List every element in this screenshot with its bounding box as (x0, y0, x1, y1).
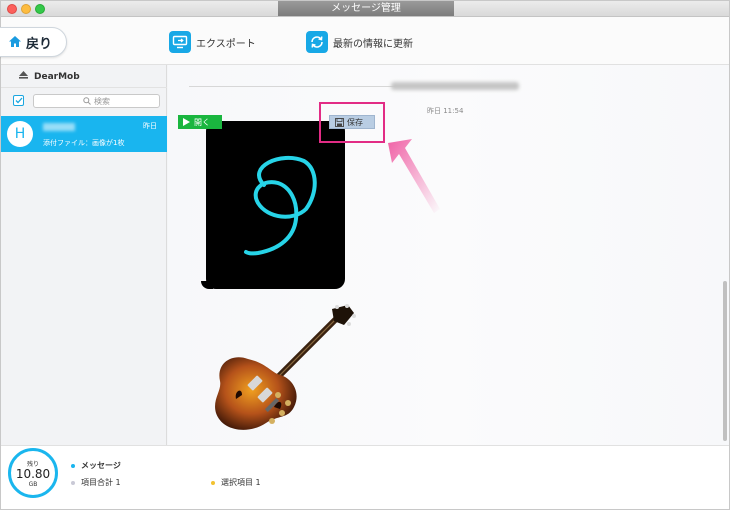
dot-icon (211, 480, 215, 485)
device-row[interactable]: DearMob (19, 71, 80, 82)
checkmark-icon (15, 97, 22, 104)
sidebar: DearMob 検索 H 昨日 添付ファイル：画像が1枚 (1, 65, 167, 445)
storage-gauge: 残り 10.80 GB (8, 448, 58, 498)
conversation-item[interactable]: H 昨日 添付ファイル：画像が1枚 (1, 116, 167, 152)
close-window-button[interactable] (7, 4, 17, 14)
search-input[interactable]: 検索 (33, 94, 160, 108)
title-bar: メッセージ管理 (1, 1, 729, 17)
save-button-label: 保存 (347, 117, 363, 127)
message-timestamp: 昨日 11:54 (427, 107, 464, 115)
save-button[interactable]: 保存 (329, 115, 375, 129)
scrollbar-thumb[interactable] (723, 281, 727, 441)
guitar-icon (215, 304, 356, 430)
avatar: H (7, 121, 33, 147)
device-name: DearMob (34, 71, 80, 82)
status-footer: 残り 10.80 GB メッセージ 項目合計 1 選択項目 1 (1, 445, 729, 509)
dot-icon (71, 463, 75, 468)
contact-name-blurred (43, 123, 75, 131)
search-placeholder: 検索 (94, 96, 110, 106)
window-title: メッセージ管理 (278, 1, 454, 16)
pointer-arrow-icon (388, 139, 440, 213)
open-button-label: 開く (194, 117, 210, 127)
export-icon (169, 31, 191, 53)
export-label: エクスポート (196, 38, 256, 50)
conversation-date: 昨日 (143, 122, 157, 130)
storage-unit: GB (28, 480, 38, 488)
maximize-window-button[interactable] (35, 4, 45, 14)
refresh-label: 最新の情報に更新 (333, 38, 413, 50)
floppy-disk-icon (335, 117, 344, 127)
export-button[interactable]: エクスポート (169, 31, 256, 53)
play-icon (183, 118, 190, 126)
image-message-bubble[interactable] (206, 121, 345, 289)
back-button[interactable]: 戻り (0, 27, 67, 57)
conversation-snippet: 添付ファイル：画像が1枚 (43, 139, 125, 147)
contact-number-blurred (391, 82, 519, 90)
legend-messages: メッセージ (71, 460, 121, 471)
app-window: メッセージ管理 戻り エクスポート 最新の情報に更新 DearMob 検索 H … (0, 0, 730, 510)
open-button[interactable]: 開く (178, 115, 222, 129)
search-icon (83, 97, 91, 105)
handwritten-nine-image (244, 155, 317, 256)
home-icon (8, 33, 22, 52)
refresh-button[interactable]: 最新の情報に更新 (306, 31, 413, 53)
back-button-label: 戻り (26, 36, 53, 52)
minimize-window-button[interactable] (21, 4, 31, 14)
refresh-icon (306, 31, 328, 53)
dot-icon (71, 480, 75, 485)
select-all-checkbox[interactable] (13, 95, 24, 106)
message-pane: 昨日 11:54 開く 保存 (168, 65, 729, 445)
bubble-tail (201, 281, 213, 289)
toolbar: 戻り エクスポート 最新の情報に更新 (0, 17, 729, 65)
sidebar-divider (1, 87, 167, 88)
legend-total: 項目合計 1 (71, 477, 121, 488)
legend-selected: 選択項目 1 (211, 477, 261, 488)
eject-icon (19, 71, 28, 82)
storage-value: 10.80 (15, 466, 51, 481)
